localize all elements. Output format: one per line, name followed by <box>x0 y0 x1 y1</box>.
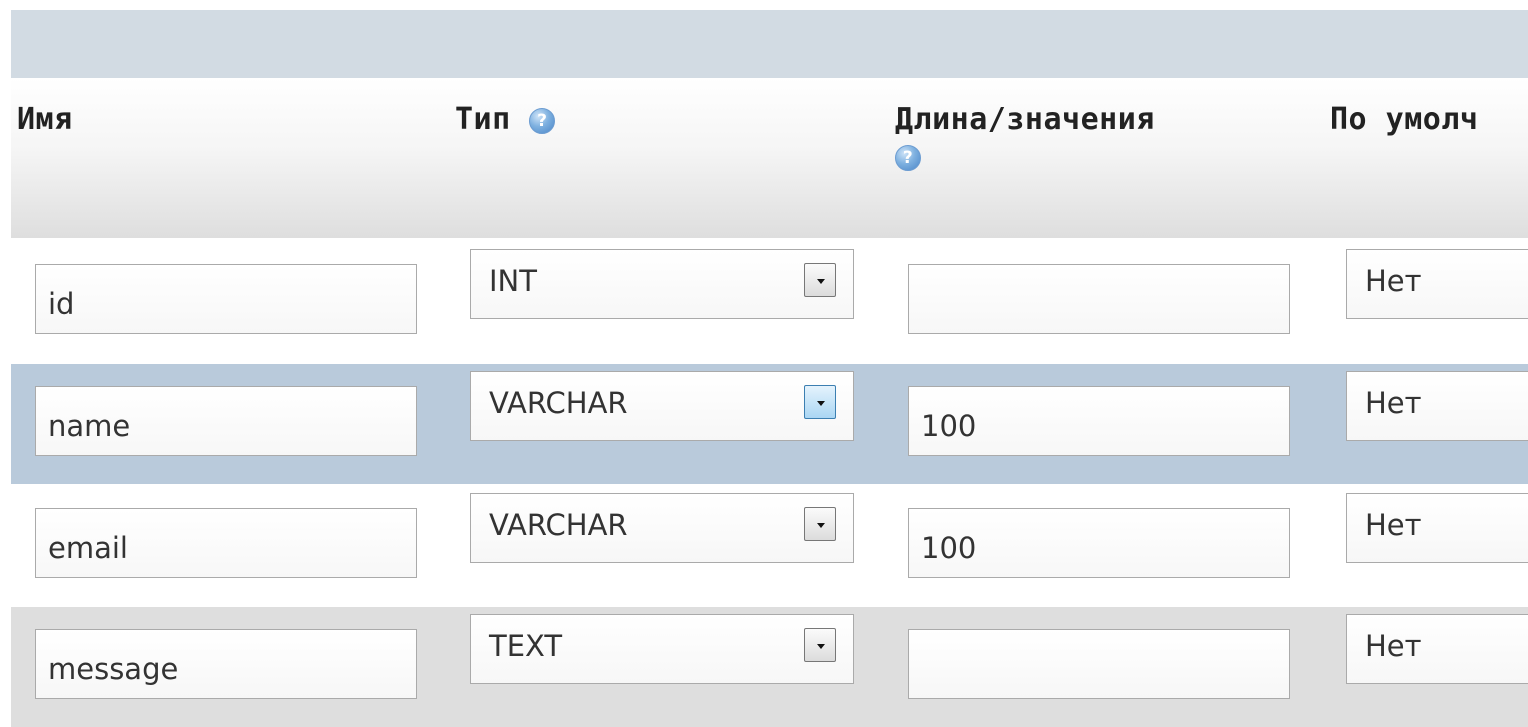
column-header-type[interactable]: Тип ? <box>455 102 556 137</box>
column-header-default-label: По умолч <box>1330 102 1479 137</box>
table-row: message TEXT Нет <box>11 607 1528 727</box>
table-header <box>11 78 1528 238</box>
column-default-select[interactable]: Нет <box>1346 249 1528 319</box>
column-type-select[interactable]: VARCHAR <box>470 493 854 563</box>
column-length-input[interactable] <box>908 264 1290 334</box>
column-type-select[interactable]: TEXT <box>470 614 854 684</box>
column-type-value: TEXT <box>489 629 563 663</box>
table-row: email VARCHAR 100 Нет <box>11 486 1528 606</box>
column-name-input[interactable]: email <box>35 508 417 578</box>
column-type-value: INT <box>489 264 537 298</box>
dropdown-arrow-icon[interactable] <box>804 263 836 297</box>
column-name-input[interactable]: id <box>35 264 417 334</box>
column-header-name-label: Имя <box>17 102 73 137</box>
column-header-length-label: Длина/значения <box>895 102 1155 137</box>
column-type-value: VARCHAR <box>489 386 628 420</box>
column-type-select[interactable]: INT <box>470 249 854 319</box>
table-row: id INT Нет <box>11 242 1528 362</box>
column-default-select[interactable]: Нет <box>1346 614 1528 684</box>
dropdown-arrow-icon[interactable] <box>804 628 836 662</box>
column-header-name[interactable]: Имя <box>17 102 73 137</box>
column-header-type-label: Тип <box>455 102 511 137</box>
column-header-default[interactable]: По умолч <box>1330 102 1479 137</box>
column-length-input[interactable]: 100 <box>908 508 1290 578</box>
column-default-select[interactable]: Нет <box>1346 371 1528 441</box>
type-help-icon[interactable]: ? <box>529 107 556 134</box>
column-length-input[interactable]: 100 <box>908 386 1290 456</box>
top-bar <box>11 10 1528 78</box>
length-help-icon[interactable]: ? <box>895 144 921 171</box>
dropdown-arrow-icon[interactable] <box>804 385 836 419</box>
column-default-select[interactable]: Нет <box>1346 493 1528 563</box>
column-name-input[interactable]: message <box>35 629 417 699</box>
table-row: name VARCHAR 100 Нет <box>11 364 1528 484</box>
dropdown-arrow-icon[interactable] <box>804 507 836 541</box>
column-type-value: VARCHAR <box>489 508 628 542</box>
column-header-length[interactable]: Длина/значения ? <box>895 102 1155 172</box>
column-length-input[interactable] <box>908 629 1290 699</box>
column-type-select[interactable]: VARCHAR <box>470 371 854 441</box>
column-name-input[interactable]: name <box>35 386 417 456</box>
